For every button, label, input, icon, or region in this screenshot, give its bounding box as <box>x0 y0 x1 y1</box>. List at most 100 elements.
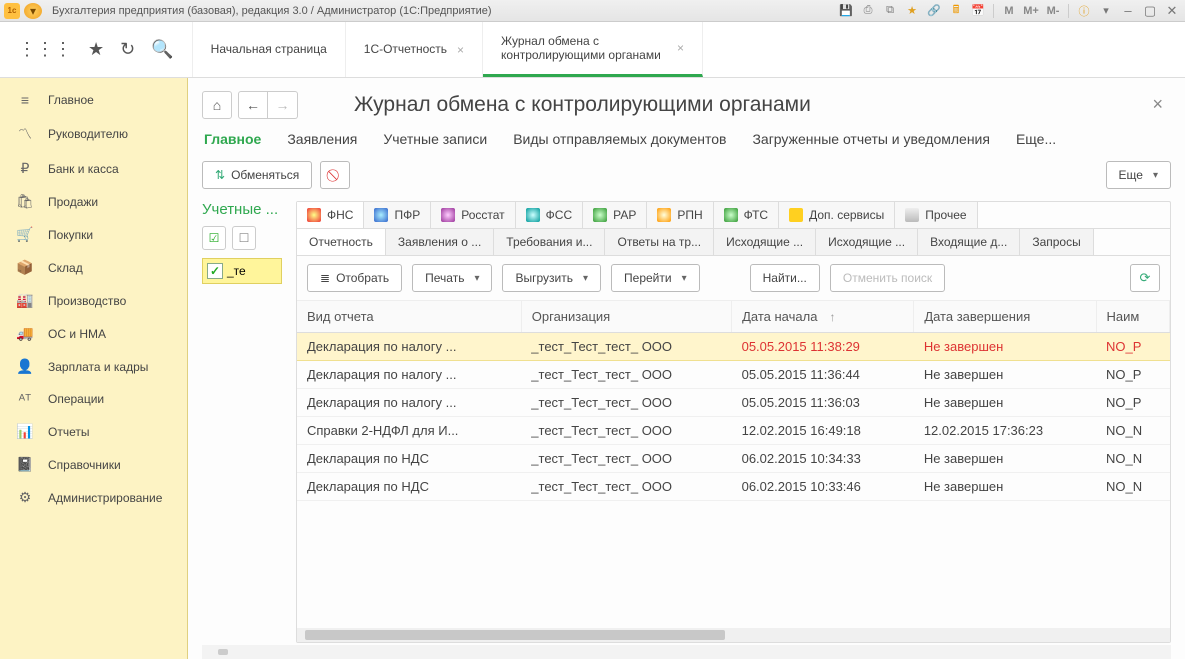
uncheck-all-button[interactable]: ☐ <box>232 226 256 250</box>
section-tab[interactable]: Еще... <box>1016 131 1056 151</box>
back-button[interactable]: ← <box>238 91 268 119</box>
table-row[interactable]: Декларация по налогу ..._тест_Тест_тест_… <box>297 333 1170 361</box>
column-header[interactable]: Дата завершения <box>914 301 1096 333</box>
export-button[interactable]: Выгрузить▾ <box>502 264 601 292</box>
agency-tab[interactable]: ФТС <box>714 202 779 228</box>
tab-close-icon[interactable]: × <box>677 41 684 55</box>
top-tab[interactable]: Начальная страница <box>193 22 346 77</box>
print-button[interactable]: Печать▾ <box>412 264 492 292</box>
tab-close-icon[interactable]: × <box>457 43 464 57</box>
sidebar-item[interactable]: 🛒Покупки <box>0 218 187 251</box>
sidebar-item[interactable]: 〽Руководителю <box>0 116 187 152</box>
section-tab[interactable]: Виды отправляемых документов <box>513 131 726 151</box>
account-row[interactable]: ✓ _те <box>202 258 282 284</box>
sidebar-item-icon: ᴬᵀ <box>16 391 34 407</box>
copy-icon[interactable]: ⧉ <box>881 3 899 19</box>
sidebar-item[interactable]: 🛍Продажи <box>0 185 187 218</box>
dropdown-button[interactable]: ▾ <box>24 3 42 19</box>
sub-tab[interactable]: Исходящие ... <box>714 229 816 255</box>
sub-tab[interactable]: Исходящие ... <box>816 229 918 255</box>
sidebar-item[interactable]: 📓Справочники <box>0 448 187 481</box>
agency-tab[interactable]: Прочее <box>895 202 977 228</box>
page-title: Журнал обмена с контролирующими органами <box>354 93 1138 117</box>
sidebar-item[interactable]: 👤Зарплата и кадры <box>0 350 187 383</box>
column-header[interactable]: Дата начала↑ <box>732 301 914 333</box>
sidebar-item[interactable]: ₽Банк и касса <box>0 152 187 185</box>
sidebar-item[interactable]: ᴬᵀОперации <box>0 383 187 415</box>
close-page-button[interactable]: × <box>1144 90 1171 119</box>
link-icon[interactable]: 🔗 <box>925 3 943 19</box>
checkbox-icon[interactable]: ✓ <box>207 263 223 279</box>
goto-button[interactable]: Перейти▾ <box>611 264 700 292</box>
sidebar-item[interactable]: ≡Главное <box>0 84 187 116</box>
close-button[interactable]: ✕ <box>1163 3 1181 19</box>
sidebar-item[interactable]: 🏭Производство <box>0 284 187 317</box>
column-header[interactable]: Вид отчета <box>297 301 521 333</box>
info-icon[interactable]: ⓘ <box>1075 3 1093 19</box>
find-button[interactable]: Найти... <box>750 264 820 292</box>
exchange-button[interactable]: ⇅Обменяться <box>202 161 312 189</box>
horizontal-scrollbar[interactable] <box>297 628 1170 642</box>
table-row[interactable]: Декларация по НДС_тест_Тест_тест_ ООО06.… <box>297 473 1170 501</box>
sub-tab[interactable]: Отчетность <box>297 229 386 255</box>
refresh-button[interactable]: ⟳ <box>1130 264 1160 292</box>
column-header[interactable]: Организация <box>521 301 731 333</box>
sub-tab[interactable]: Запросы <box>1020 229 1093 255</box>
section-tab[interactable]: Учетные записи <box>383 131 487 151</box>
history-icon[interactable]: ↻ <box>120 39 135 60</box>
home-button[interactable]: ⌂ <box>202 91 232 119</box>
memory-mminus-button[interactable]: M- <box>1044 3 1062 19</box>
calendar-icon[interactable]: 📅 <box>969 3 987 19</box>
agency-tab[interactable]: Росстат <box>431 202 515 228</box>
more-button[interactable]: Еще▾ <box>1106 161 1171 189</box>
minimize-button[interactable]: – <box>1119 3 1137 19</box>
sidebar-item[interactable]: 📦Склад <box>0 251 187 284</box>
reports-grid[interactable]: Вид отчетаОрганизацияДата начала↑Дата за… <box>297 301 1170 628</box>
table-row[interactable]: Декларация по НДС_тест_Тест_тест_ ООО06.… <box>297 445 1170 473</box>
save-icon[interactable]: 💾 <box>837 3 855 19</box>
agency-tab[interactable]: ПФР <box>364 202 431 228</box>
favorite-icon[interactable]: ★ <box>903 3 921 19</box>
agency-tab[interactable]: РАР <box>583 202 647 228</box>
forward-button[interactable]: → <box>268 91 298 119</box>
check-all-button[interactable]: ☑ <box>202 226 226 250</box>
table-cell: 06.02.2015 10:33:46 <box>732 473 914 501</box>
agency-tab[interactable]: ФНС <box>297 202 364 228</box>
search-icon[interactable]: 🔍 <box>151 39 173 60</box>
top-tab[interactable]: Журнал обмена с контролирующими органами… <box>483 22 703 77</box>
panel-resizer[interactable] <box>202 645 1171 659</box>
column-header[interactable]: Наим <box>1096 301 1169 333</box>
table-cell: Не завершен <box>914 361 1096 389</box>
agency-tab[interactable]: Доп. сервисы <box>779 202 895 228</box>
memory-m-button[interactable]: M <box>1000 3 1018 19</box>
calculator-icon[interactable]: 🖩 <box>947 3 965 19</box>
star-icon[interactable]: ★ <box>88 39 104 60</box>
sub-tab[interactable]: Ответы на тр... <box>605 229 714 255</box>
sidebar-item[interactable]: ⚙Администрирование <box>0 481 187 514</box>
section-tab[interactable]: Заявления <box>287 131 357 151</box>
sidebar-item-icon: ≡ <box>16 92 34 108</box>
sidebar-item[interactable]: 🚚ОС и НМА <box>0 317 187 350</box>
agency-tab[interactable]: ФСС <box>516 202 583 228</box>
filter-button[interactable]: ≣Отобрать <box>307 264 402 292</box>
table-row[interactable]: Справки 2-НДФЛ для И..._тест_Тест_тест_ … <box>297 417 1170 445</box>
agency-tab[interactable]: РПН <box>647 202 713 228</box>
table-row[interactable]: Декларация по налогу ..._тест_Тест_тест_… <box>297 389 1170 417</box>
sub-tab[interactable]: Входящие д... <box>918 229 1020 255</box>
section-tab[interactable]: Загруженные отчеты и уведомления <box>752 131 990 151</box>
top-tab[interactable]: 1С-Отчетность× <box>346 22 483 77</box>
sub-tab[interactable]: Заявления о ... <box>386 229 494 255</box>
sidebar-item-icon: 🛍 <box>16 193 34 210</box>
dropdown-icon[interactable]: ▾ <box>1097 3 1115 19</box>
print-icon[interactable]: ⎙ <box>859 3 877 19</box>
maximize-button[interactable]: ▢ <box>1141 3 1159 19</box>
table-row[interactable]: Декларация по налогу ..._тест_Тест_тест_… <box>297 361 1170 389</box>
cancel-exchange-button[interactable]: ⃠ <box>320 161 350 189</box>
sidebar-item[interactable]: 📊Отчеты <box>0 415 187 448</box>
agency-label: ПФР <box>394 208 420 222</box>
section-tab[interactable]: Главное <box>204 131 261 151</box>
sub-tab[interactable]: Требования и... <box>494 229 605 255</box>
apps-icon[interactable]: ⋮⋮⋮ <box>18 39 72 60</box>
memory-mplus-button[interactable]: M+ <box>1022 3 1040 19</box>
table-cell: Декларация по НДС <box>297 473 521 501</box>
